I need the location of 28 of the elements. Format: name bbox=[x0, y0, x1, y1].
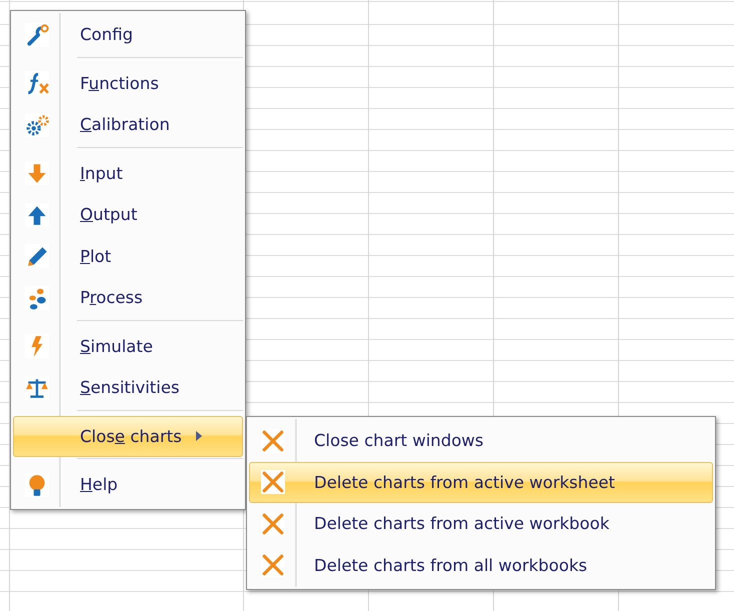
cross-icon bbox=[261, 470, 285, 494]
wrench-icon bbox=[25, 22, 49, 47]
menu-item[interactable]: Calibration bbox=[13, 104, 243, 146]
footprints-icon bbox=[25, 286, 49, 310]
function-icon bbox=[25, 71, 49, 96]
menu-item[interactable]: Close chart windows bbox=[249, 420, 713, 462]
light-bulb-icon bbox=[25, 472, 49, 497]
lightning-icon bbox=[25, 334, 49, 358]
menu-item[interactable]: Close charts bbox=[13, 416, 243, 457]
gears-icon bbox=[25, 112, 49, 137]
menu-item[interactable]: Config bbox=[13, 14, 243, 56]
pencil-icon bbox=[25, 244, 49, 268]
menu-item[interactable]: Input bbox=[13, 152, 243, 194]
cross-icon bbox=[261, 553, 285, 578]
menu-item[interactable]: Functions bbox=[13, 62, 243, 104]
menu-item[interactable]: Process bbox=[13, 277, 243, 318]
menu-item[interactable]: Simulate bbox=[13, 326, 243, 367]
submenu-arrow-icon bbox=[196, 431, 202, 442]
menu-item[interactable]: Output bbox=[13, 194, 243, 236]
cross-icon bbox=[261, 428, 285, 453]
menu-item[interactable]: Help bbox=[13, 464, 243, 506]
scale-icon bbox=[25, 376, 49, 400]
menu-item[interactable]: Sensitivities bbox=[13, 367, 243, 408]
menu-item[interactable]: Delete charts from active worksheet bbox=[249, 462, 713, 503]
cross-icon bbox=[261, 512, 285, 536]
menu-item[interactable]: Delete charts from all workbooks bbox=[249, 544, 713, 586]
menu-item[interactable]: Plot bbox=[13, 236, 243, 277]
menu-item[interactable]: Delete charts from active workbook bbox=[249, 503, 713, 544]
